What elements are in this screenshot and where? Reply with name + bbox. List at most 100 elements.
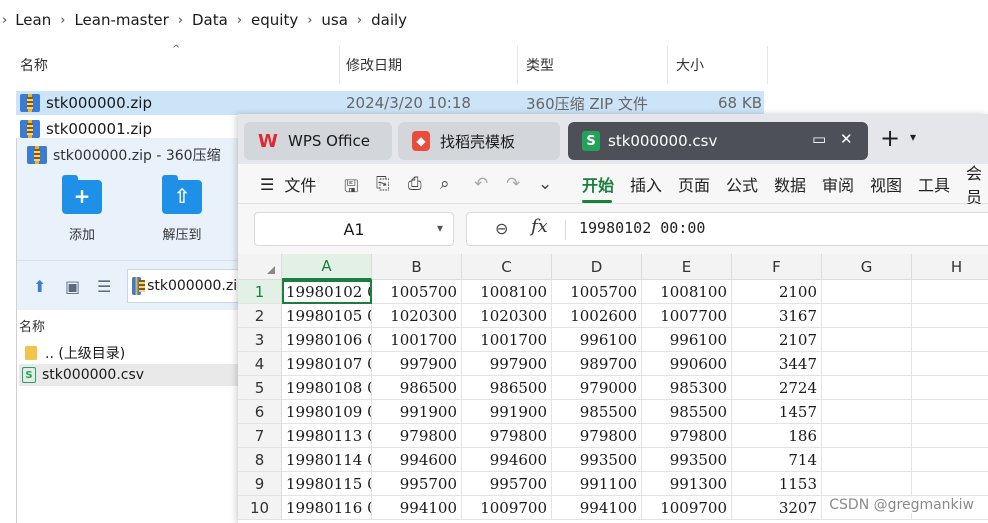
- chevron-right-icon[interactable]: ›: [60, 13, 65, 28]
- menu-review[interactable]: 审阅: [822, 164, 854, 204]
- table-cell[interactable]: [912, 304, 988, 328]
- table-cell[interactable]: [912, 472, 988, 496]
- table-cell[interactable]: 19980102 0: [282, 280, 372, 304]
- table-cell[interactable]: 19980105 0: [282, 304, 372, 328]
- row-header[interactable]: 1: [238, 280, 282, 304]
- row-header[interactable]: 5: [238, 376, 282, 400]
- breadcrumb-item[interactable]: equity: [251, 11, 298, 29]
- table-cell[interactable]: 979800: [462, 424, 552, 448]
- column-header-b[interactable]: B: [372, 254, 462, 280]
- view-thumbnail-icon[interactable]: ▣: [65, 277, 80, 296]
- table-cell[interactable]: 1457: [732, 400, 822, 424]
- table-cell[interactable]: 996100: [552, 328, 642, 352]
- menu-member[interactable]: 会员: [966, 164, 988, 207]
- row-header[interactable]: 7: [238, 424, 282, 448]
- float-window-icon[interactable]: ▭: [812, 130, 826, 148]
- table-cell[interactable]: [822, 400, 912, 424]
- table-cell[interactable]: 985500: [642, 400, 732, 424]
- column-header-g[interactable]: G: [822, 254, 912, 280]
- row-header[interactable]: 6: [238, 400, 282, 424]
- table-cell[interactable]: 985300: [642, 376, 732, 400]
- table-cell[interactable]: 19980115 0: [282, 472, 372, 496]
- column-header-type[interactable]: 类型: [518, 46, 668, 84]
- chevron-down-icon[interactable]: ⌄: [538, 174, 552, 194]
- file-menu[interactable]: ☰ 文件: [260, 164, 316, 204]
- table-cell[interactable]: [912, 280, 988, 304]
- chevron-down-icon[interactable]: ▾: [437, 221, 443, 235]
- table-cell[interactable]: 2107: [732, 328, 822, 352]
- table-cell[interactable]: 995700: [372, 472, 462, 496]
- table-cell[interactable]: 989700: [552, 352, 642, 376]
- table-cell[interactable]: 19980106 0: [282, 328, 372, 352]
- menu-insert[interactable]: 插入: [630, 164, 662, 204]
- print-icon[interactable]: ⎙: [408, 174, 422, 194]
- table-cell[interactable]: 2724: [732, 376, 822, 400]
- table-cell[interactable]: 994100: [372, 496, 462, 520]
- table-cell[interactable]: 19980114 0: [282, 448, 372, 472]
- add-button[interactable]: + 添加: [47, 175, 117, 243]
- table-cell[interactable]: 3207: [732, 496, 822, 520]
- table-cell[interactable]: 991900: [462, 400, 552, 424]
- menu-home[interactable]: 开始: [582, 164, 614, 204]
- table-cell[interactable]: [822, 472, 912, 496]
- chevron-right-icon[interactable]: ›: [357, 13, 362, 28]
- table-cell[interactable]: 1005700: [552, 280, 642, 304]
- table-cell[interactable]: 994100: [552, 496, 642, 520]
- table-cell[interactable]: 1020300: [462, 304, 552, 328]
- table-cell[interactable]: 996100: [642, 328, 732, 352]
- table-cell[interactable]: 994600: [462, 448, 552, 472]
- table-cell[interactable]: [822, 448, 912, 472]
- table-cell[interactable]: 991100: [552, 472, 642, 496]
- chevron-right-icon[interactable]: ›: [307, 13, 312, 28]
- table-cell[interactable]: 993500: [552, 448, 642, 472]
- select-all-corner[interactable]: [238, 254, 282, 280]
- table-cell[interactable]: 986500: [372, 376, 462, 400]
- table-cell[interactable]: 19980116 0: [282, 496, 372, 520]
- save-icon[interactable]: 🖫: [344, 174, 358, 203]
- table-cell[interactable]: 1008100: [642, 280, 732, 304]
- breadcrumb-item[interactable]: Lean-master: [74, 11, 168, 29]
- menu-formula[interactable]: 公式: [726, 164, 758, 204]
- table-cell[interactable]: 3447: [732, 352, 822, 376]
- table-cell[interactable]: 990600: [642, 352, 732, 376]
- menu-tools[interactable]: 工具: [918, 164, 950, 204]
- tab-template[interactable]: ◆ 找稻壳模板: [398, 122, 560, 160]
- close-icon[interactable]: ✕: [840, 130, 853, 148]
- zip-path-field[interactable]: stk000000.zip: [127, 269, 247, 303]
- table-cell[interactable]: 1005700: [372, 280, 462, 304]
- table-cell[interactable]: [912, 352, 988, 376]
- table-cell[interactable]: 979800: [372, 424, 462, 448]
- table-cell[interactable]: 985500: [552, 400, 642, 424]
- table-cell[interactable]: 1009700: [642, 496, 732, 520]
- row-header[interactable]: 4: [238, 352, 282, 376]
- column-header-f[interactable]: F: [732, 254, 822, 280]
- table-cell[interactable]: 979800: [642, 424, 732, 448]
- fx-icon[interactable]: fx: [531, 216, 548, 237]
- list-item-parent[interactable]: .. (上级目录): [19, 342, 241, 364]
- export-icon[interactable]: ⎘: [376, 174, 390, 194]
- print-preview-icon[interactable]: ⌕: [440, 174, 450, 194]
- row-header[interactable]: 2: [238, 304, 282, 328]
- breadcrumb-item[interactable]: usa: [321, 11, 348, 29]
- table-cell[interactable]: 3167: [732, 304, 822, 328]
- table-cell[interactable]: 991300: [642, 472, 732, 496]
- table-cell[interactable]: 19980107 0: [282, 352, 372, 376]
- redo-icon[interactable]: ↷: [506, 174, 520, 194]
- formula-input[interactable]: ⊖ fx 19980102 00:00: [466, 212, 988, 246]
- zoom-icon[interactable]: ⊖: [495, 219, 508, 238]
- column-header-name[interactable]: 名称: [12, 46, 340, 84]
- tab-csv-file[interactable]: S stk000000.csv ▭ ✕: [568, 122, 868, 160]
- name-box[interactable]: A1 ▾: [254, 212, 454, 246]
- menu-page[interactable]: 页面: [678, 164, 710, 204]
- table-cell[interactable]: 993500: [642, 448, 732, 472]
- breadcrumb-item[interactable]: Data: [192, 11, 228, 29]
- table-cell[interactable]: [912, 424, 988, 448]
- table-cell[interactable]: [822, 352, 912, 376]
- table-cell[interactable]: 1020300: [372, 304, 462, 328]
- table-cell[interactable]: 979800: [552, 424, 642, 448]
- column-header-modified[interactable]: 修改日期: [338, 46, 518, 84]
- table-cell[interactable]: 19980109 0: [282, 400, 372, 424]
- table-cell[interactable]: 1001700: [462, 328, 552, 352]
- row-header[interactable]: 8: [238, 448, 282, 472]
- breadcrumb-item[interactable]: Lean: [15, 11, 51, 29]
